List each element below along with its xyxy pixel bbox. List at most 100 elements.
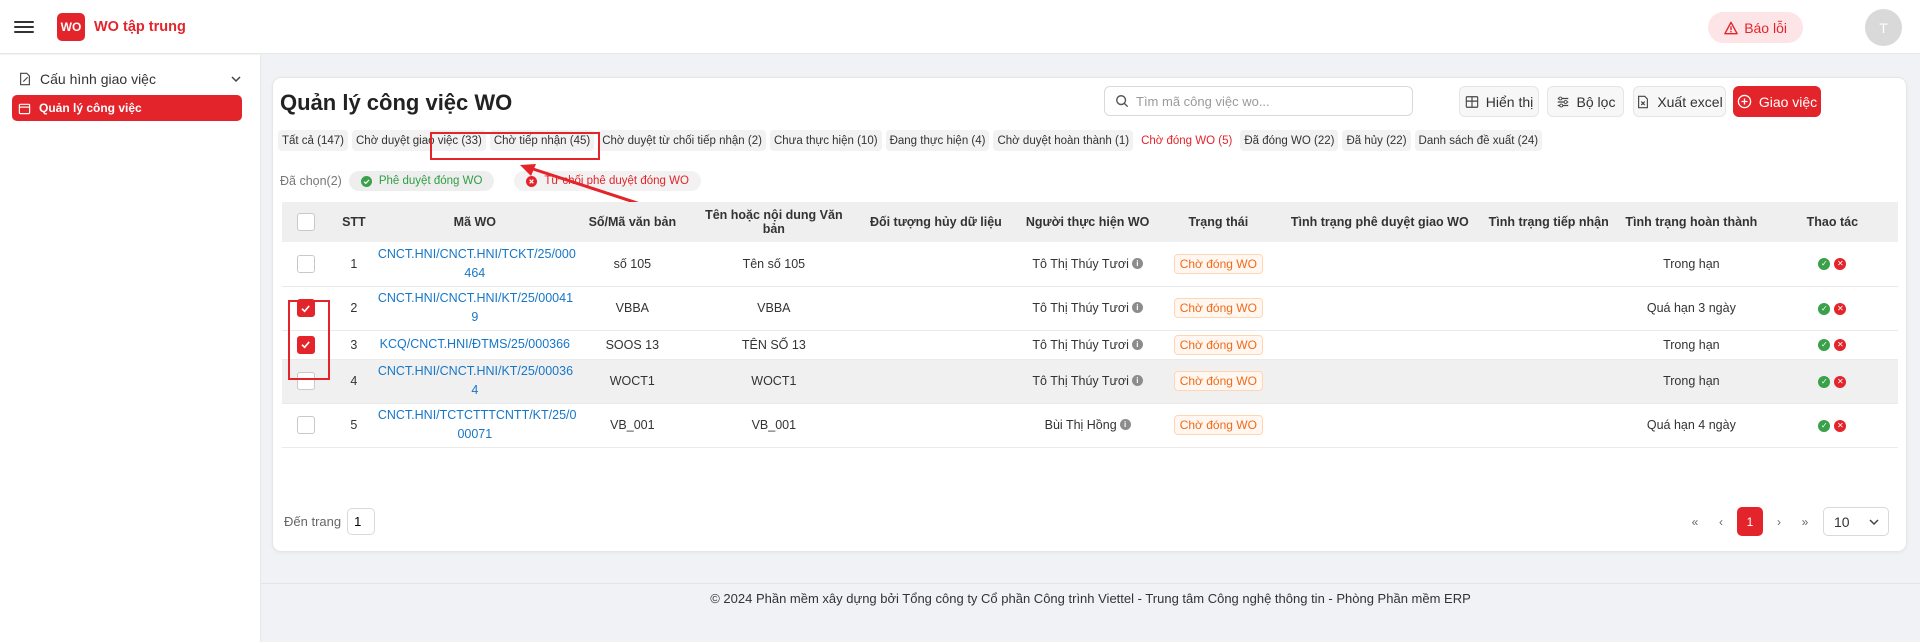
wo-code-link[interactable]: CNCT.HNI/CNCT.HNI/KT/25/00041 9 — [377, 286, 573, 331]
approve-row-icon[interactable]: ✓ — [1818, 375, 1831, 388]
cell-doc-number: SOOS 13 — [571, 330, 693, 360]
filter-icon — [1557, 96, 1568, 107]
footer: © 2024 Phần mềm xây dựng bởi Tổng công t… — [261, 583, 1920, 642]
wo-table: STT Mã WO Số/Mã văn bản Tên hoặc nội dun… — [282, 202, 1898, 448]
highlight-box-reject-button — [430, 132, 600, 160]
tab-pending-completion-approval[interactable]: Chờ duyệt hoàn thành (1) — [993, 130, 1134, 151]
reject-row-icon[interactable]: ✕ — [1834, 419, 1847, 432]
cell-completion-status: Trong hạn — [1616, 242, 1767, 287]
table-row[interactable]: 1 CNCT.HNI/CNCT.HNI/TCKT/25/000 464 số 10… — [282, 242, 1898, 287]
calendar-icon — [18, 103, 31, 114]
display-button[interactable]: Hiển thị — [1459, 86, 1539, 117]
table-row[interactable]: 5 CNCT.HNI/TCTCTTTCNTT/KT/25/0 00071 VB_0… — [282, 403, 1898, 448]
first-page-icon[interactable]: « — [1682, 507, 1708, 536]
cell-assignee: Tô Thị Thúy Tươi i — [1016, 330, 1159, 360]
tab-pending-reject-receipt-approval[interactable]: Chờ duyệt từ chối tiếp nhận (2) — [598, 130, 766, 151]
hamburger-menu-icon[interactable] — [14, 19, 34, 35]
table-row[interactable]: 4 CNCT.HNI/CNCT.HNI/KT/25/00036 4 WOCT1 W… — [282, 359, 1898, 404]
info-icon[interactable]: i — [1119, 419, 1131, 430]
reject-row-icon[interactable]: ✕ — [1834, 339, 1847, 352]
approve-row-icon[interactable]: ✓ — [1818, 258, 1831, 271]
approve-row-icon[interactable]: ✓ — [1818, 302, 1831, 315]
cell-doc-number: VBBA — [571, 286, 693, 331]
col-status: Trạng thái — [1158, 202, 1279, 242]
tab-closed[interactable]: Đã đóng WO (22) — [1240, 130, 1339, 151]
user-avatar[interactable]: T — [1865, 9, 1902, 46]
approve-row-icon[interactable]: ✓ — [1818, 419, 1831, 432]
info-icon[interactable]: i — [1131, 375, 1143, 386]
cell-cancel-target — [854, 242, 1017, 287]
cell-assignment-approval — [1278, 286, 1482, 331]
reject-row-icon[interactable]: ✕ — [1834, 375, 1847, 388]
chevron-down-icon — [1869, 518, 1879, 525]
goto-page-input[interactable] — [347, 508, 376, 535]
tab-in-progress[interactable]: Đang thực hiện (4) — [885, 130, 990, 151]
col-cancel-target: Đối tượng hủy dữ liệu — [854, 202, 1017, 242]
report-bug-label: Báo lỗi — [1744, 19, 1787, 36]
status-badge: Chờ đóng WO — [1173, 298, 1263, 318]
approve-row-icon[interactable]: ✓ — [1818, 339, 1831, 352]
tab-cancelled[interactable]: Đã hủy (22) — [1342, 130, 1411, 151]
plus-circle-icon — [1737, 94, 1752, 109]
pagination: « ‹ 1 › » 10 — [1682, 507, 1889, 536]
table-row[interactable]: 3 KCQ/CNCT.HNI/ĐTMS/25/000366 SOOS 13 TÊ… — [282, 330, 1898, 360]
wo-code-link[interactable]: CNCT.HNI/TCTCTTTCNTT/KT/25/0 00071 — [377, 403, 576, 448]
goto-page: Đến trang — [284, 508, 376, 535]
status-badge: Chờ đóng WO — [1173, 334, 1263, 355]
cell-assignee: Tô Thị Thúy Tươi i — [1016, 242, 1159, 287]
wo-code-link[interactable]: CNCT.HNI/CNCT.HNI/TCKT/25/000 464 — [377, 242, 576, 287]
cell-receipt-status — [1481, 242, 1617, 287]
next-page-icon[interactable]: › — [1766, 507, 1792, 536]
chevron-down-icon[interactable] — [230, 73, 242, 85]
info-icon[interactable]: i — [1131, 257, 1143, 269]
tab-proposals[interactable]: Danh sách đề xuất (24) — [1414, 130, 1543, 151]
col-receipt-status: Tình trạng tiếp nhận — [1481, 202, 1617, 242]
wo-code-link[interactable]: CNCT.HNI/CNCT.HNI/KT/25/00036 4 — [377, 359, 573, 404]
row-checkbox[interactable] — [296, 254, 315, 273]
reject-row-icon[interactable]: ✕ — [1834, 302, 1847, 315]
table-header: STT Mã WO Số/Mã văn bản Tên hoặc nội dun… — [282, 202, 1898, 242]
col-doc-number: Số/Mã văn bản — [571, 202, 693, 242]
sidebar: Cấu hình giao việc Quản lý công việc — [0, 55, 261, 642]
cell-stt: 4 — [329, 359, 378, 404]
info-icon[interactable]: i — [1131, 338, 1143, 350]
footer-text: © 2024 Phần mềm xây dựng bởi Tổng công t… — [710, 591, 1471, 606]
search-box[interactable] — [1104, 86, 1413, 116]
filter-button-label: Bộ lọc — [1576, 93, 1616, 110]
sidebar-item-label: Quản lý công việc — [39, 101, 142, 115]
wo-code-link[interactable]: KCQ/CNCT.HNI/ĐTMS/25/000366 — [377, 330, 572, 360]
cell-assignment-approval — [1278, 242, 1482, 287]
page-size-select[interactable]: 10 — [1823, 507, 1889, 536]
approve-close-button[interactable]: Phê duyệt đóng WO — [348, 171, 495, 191]
last-page-icon[interactable]: » — [1792, 507, 1818, 536]
assign-task-button[interactable]: Giao việc — [1733, 86, 1821, 117]
page-number-current[interactable]: 1 — [1737, 507, 1763, 536]
app-title[interactable]: WO tập trung — [94, 19, 186, 35]
select-all-checkbox[interactable] — [296, 213, 315, 231]
export-excel-label: Xuất excel — [1657, 93, 1723, 110]
cell-doc-number: WOCT1 — [571, 359, 693, 404]
app-logo[interactable]: WO — [57, 12, 85, 41]
excel-file-icon — [1638, 95, 1649, 108]
sidebar-group-assignment-config[interactable]: Cấu hình giao việc — [12, 65, 248, 93]
cell-assignment-approval — [1278, 359, 1482, 404]
row-checkbox[interactable] — [296, 416, 315, 434]
cell-receipt-status — [1481, 286, 1617, 331]
sidebar-item-wo-management[interactable]: Quản lý công việc — [12, 95, 242, 121]
tab-not-started[interactable]: Chưa thực hiện (10) — [769, 130, 882, 151]
prev-page-icon[interactable]: ‹ — [1708, 507, 1734, 536]
cell-doc-name: Tên số 105 — [692, 242, 855, 287]
reject-row-icon[interactable]: ✕ — [1834, 258, 1847, 271]
info-icon[interactable]: i — [1131, 302, 1143, 313]
cell-stt: 1 — [329, 242, 378, 287]
col-stt: STT — [329, 202, 378, 242]
report-bug-button[interactable]: Báo lỗi — [1708, 12, 1803, 43]
search-input[interactable] — [1136, 93, 1396, 109]
tab-pending-close[interactable]: Chờ đóng WO (5) — [1137, 130, 1237, 151]
filter-button[interactable]: Bộ lọc — [1547, 86, 1624, 117]
export-excel-button[interactable]: Xuất excel — [1633, 86, 1726, 117]
tab-all[interactable]: Tất cả (147) — [278, 130, 348, 151]
cell-doc-name: TÊN SỐ 13 — [692, 330, 855, 360]
table-row[interactable]: 2 CNCT.HNI/CNCT.HNI/KT/25/00041 9 VBBA VB… — [282, 286, 1898, 331]
display-button-label: Hiển thị — [1485, 93, 1534, 110]
